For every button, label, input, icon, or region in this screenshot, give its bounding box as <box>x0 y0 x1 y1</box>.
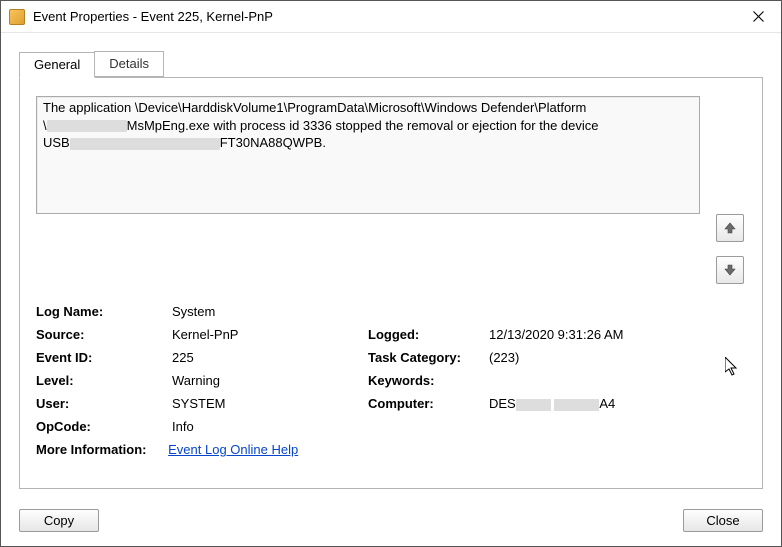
event-id-value: 225 <box>172 350 362 365</box>
arrow-up-icon <box>723 221 737 235</box>
user-label: User: <box>36 396 166 411</box>
redacted-text <box>554 399 599 411</box>
next-event-button[interactable] <box>716 256 744 284</box>
user-value: SYSTEM <box>172 396 362 411</box>
app-icon <box>9 9 25 25</box>
event-id-label: Event ID: <box>36 350 166 365</box>
log-name-label: Log Name: <box>36 304 166 319</box>
logged-value: 12/13/2020 9:31:26 AM <box>489 327 746 342</box>
redacted-text <box>516 399 551 411</box>
task-category-value: (223) <box>489 350 746 365</box>
tab-panel-general: The application \Device\HarddiskVolume1\… <box>19 77 763 489</box>
event-log-online-help-link[interactable]: Event Log Online Help <box>168 442 298 457</box>
description-text: The application \Device\HarddiskVolume1\… <box>43 99 693 152</box>
tab-row: General Details <box>19 51 763 77</box>
task-category-label: Task Category: <box>368 350 483 365</box>
tab-details[interactable]: Details <box>94 51 164 77</box>
keywords-value <box>489 373 746 388</box>
dialog-button-row: Copy Close <box>1 499 781 546</box>
logged-label: Logged: <box>368 327 483 342</box>
source-value: Kernel-PnP <box>172 327 362 342</box>
description-textarea[interactable]: The application \Device\HarddiskVolume1\… <box>36 96 700 214</box>
computer-value: DES A4 <box>489 396 746 411</box>
redacted-text <box>70 138 220 150</box>
redacted-text <box>47 120 127 132</box>
opcode-label: OpCode: <box>36 419 166 434</box>
more-info-label: More Information: <box>36 442 147 457</box>
tab-general[interactable]: General <box>19 52 95 78</box>
arrow-down-icon <box>723 263 737 277</box>
keywords-label: Keywords: <box>368 373 483 388</box>
close-icon <box>753 11 764 22</box>
title-bar: Event Properties - Event 225, Kernel-PnP <box>1 1 781 33</box>
content-area: General Details The application \Device\… <box>1 33 781 499</box>
window-close-button[interactable] <box>735 1 781 32</box>
more-info-row: More Information: Event Log Online Help <box>36 442 746 457</box>
opcode-value: Info <box>172 419 746 434</box>
level-label: Level: <box>36 373 166 388</box>
log-name-value: System <box>172 304 746 319</box>
computer-label: Computer: <box>368 396 483 411</box>
field-grid: Log Name: System Source: Kernel-PnP Logg… <box>36 304 746 434</box>
window-title: Event Properties - Event 225, Kernel-PnP <box>33 9 735 24</box>
level-value: Warning <box>172 373 362 388</box>
prev-event-button[interactable] <box>716 214 744 242</box>
source-label: Source: <box>36 327 166 342</box>
copy-button[interactable]: Copy <box>19 509 99 532</box>
close-button[interactable]: Close <box>683 509 763 532</box>
nav-arrow-column <box>714 96 746 284</box>
